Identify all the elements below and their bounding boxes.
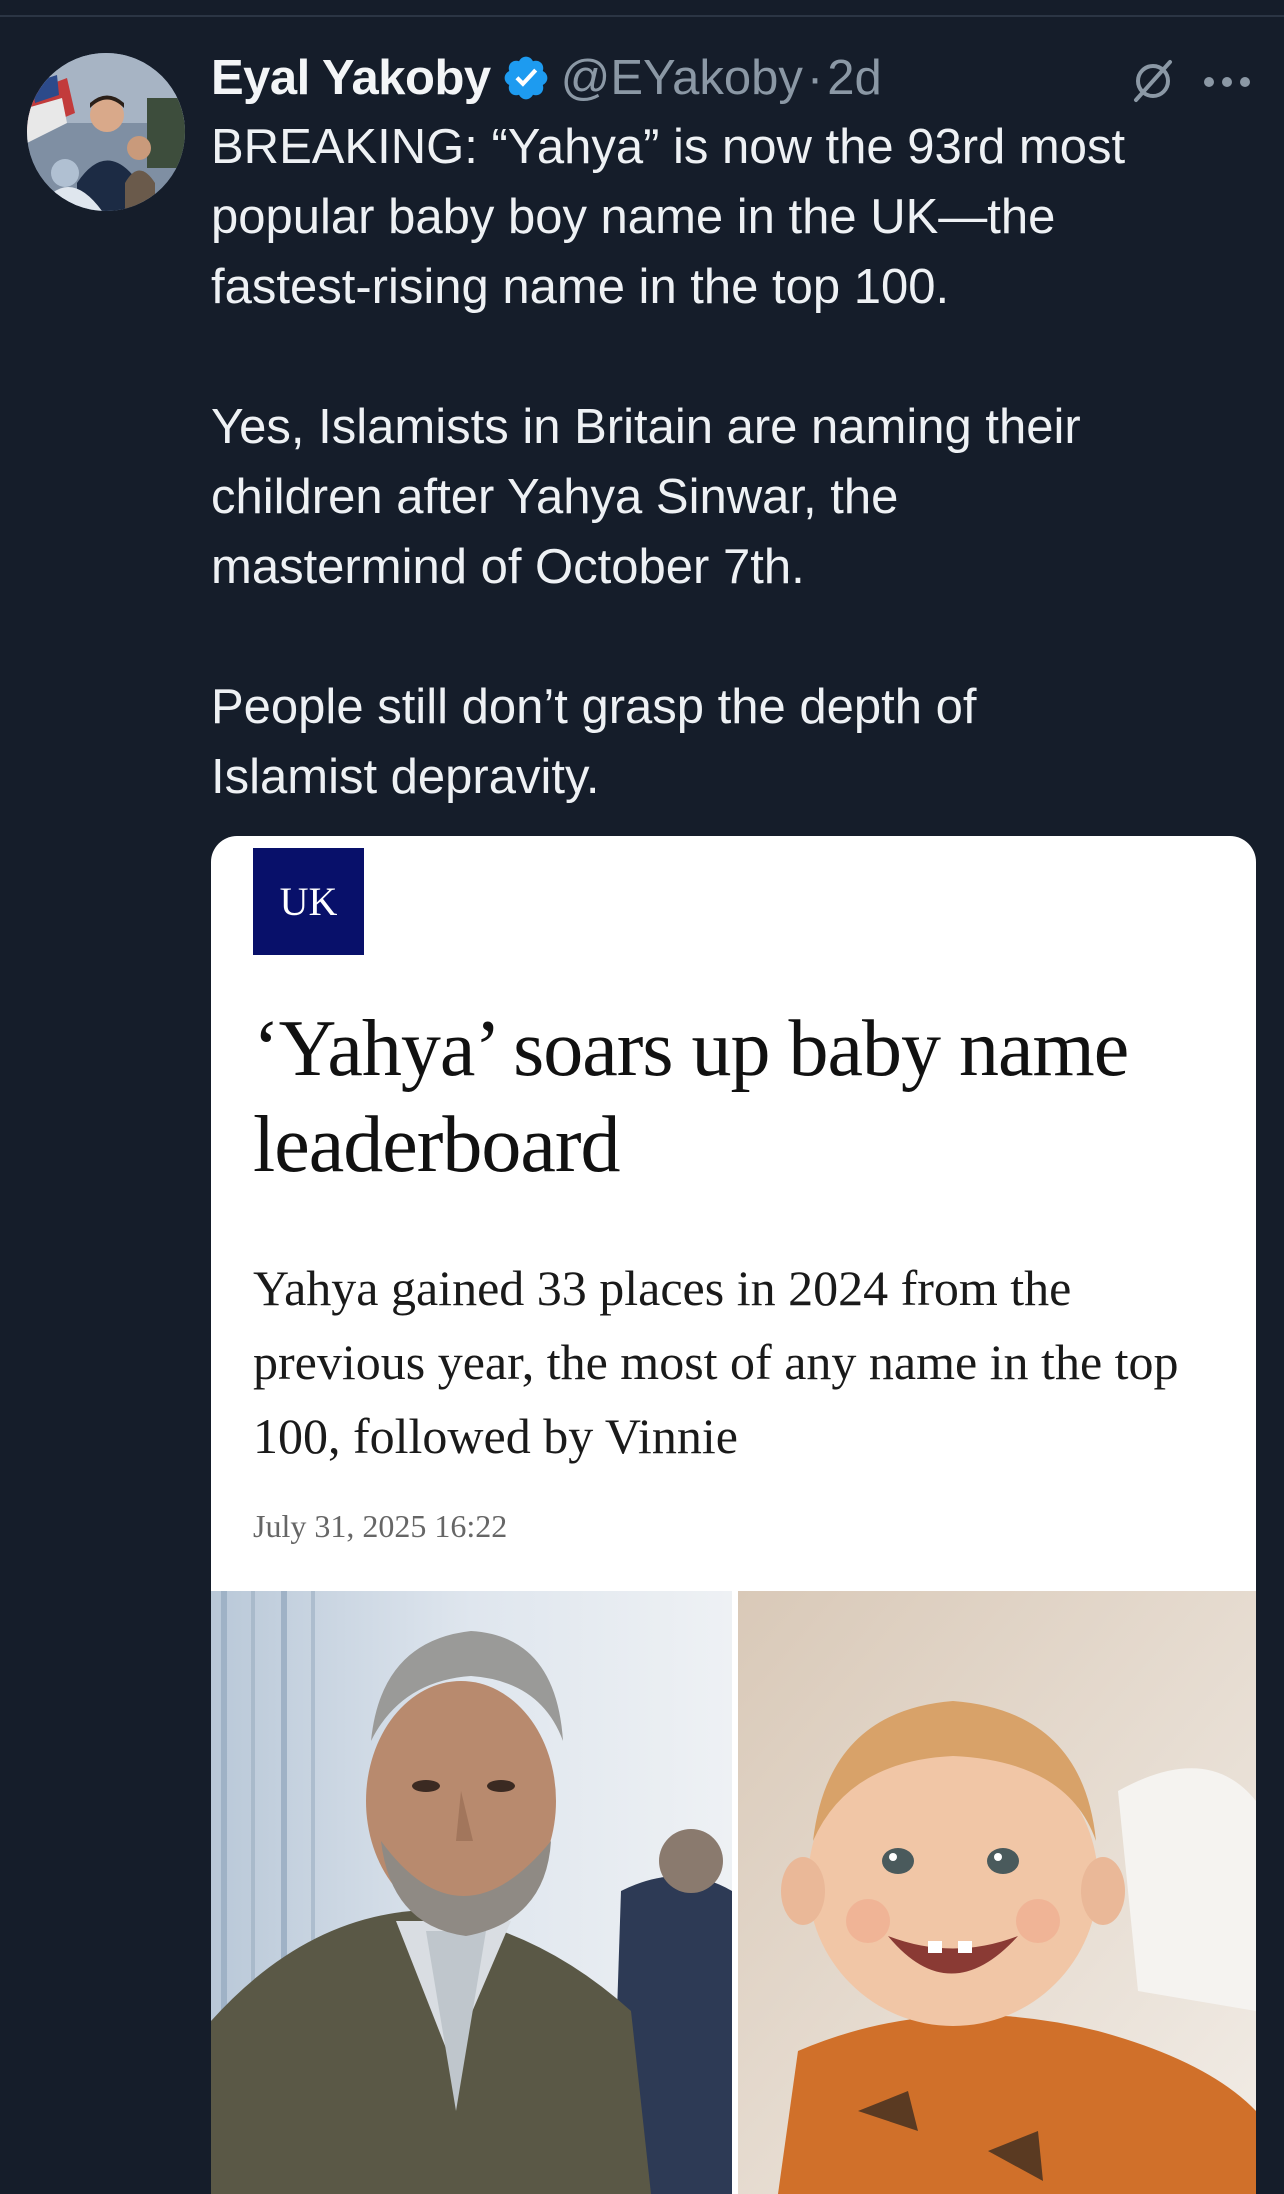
tweet-paragraph: BREAKING: “Yahya” is now the 93rd most p… [211, 120, 1126, 314]
author-name[interactable]: Eyal Yakoby [211, 50, 491, 106]
tweet-paragraph: People still don’t grasp the depth of Is… [211, 680, 977, 804]
article-date: July 31, 2025 16:22 [253, 1508, 508, 1544]
top-divider [0, 15, 1284, 17]
man-portrait-photo [211, 1591, 732, 2194]
author-avatar[interactable] [27, 53, 185, 211]
more-options-icon[interactable] [1200, 60, 1254, 104]
tweet-header: Eyal Yakoby @EYakoby · 2d [211, 48, 882, 108]
article-headline: ‘Yahya’ soars up baby name leaderboard [253, 1005, 1129, 1189]
tweet-body: BREAKING: “Yahya” is now the 93rd most p… [211, 112, 1261, 812]
verified-badge-icon[interactable] [501, 53, 551, 103]
tweet-timestamp[interactable]: 2d [827, 50, 882, 106]
meta-separator: · [806, 51, 824, 105]
baby-portrait-photo [738, 1591, 1256, 2194]
article-screenshot-media[interactable]: UK ‘Yahya’ soars up baby name leaderboar… [211, 836, 1256, 2194]
article-standfirst: Yahya gained 33 places in 2024 from the … [253, 1260, 1179, 1464]
grok-icon[interactable] [1128, 56, 1178, 106]
tweet-screen: Eyal Yakoby @EYakoby · 2d BREAKING: “Yah… [0, 0, 1284, 2194]
author-handle[interactable]: @EYakoby [561, 50, 803, 106]
section-badge: UK [253, 848, 364, 955]
tweet-paragraph: Yes, Islamists in Britain are naming the… [211, 400, 1081, 594]
